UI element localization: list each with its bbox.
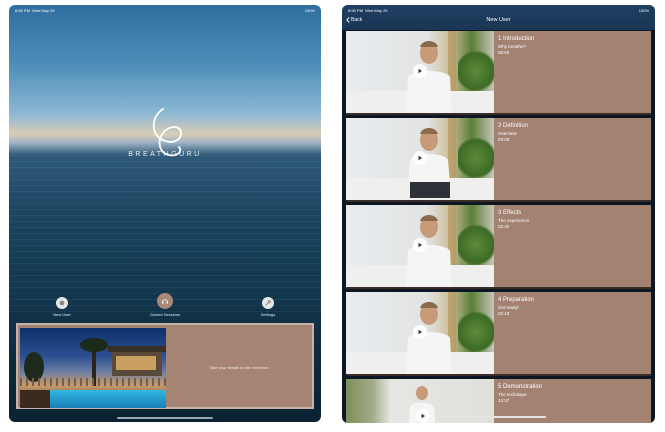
- nav-guided-sessions[interactable]: Guided Sessions: [135, 293, 195, 317]
- headphones-icon: [157, 293, 173, 309]
- lesson-duration: 02:40: [498, 224, 510, 230]
- lesson-duration: 14:37: [498, 398, 510, 404]
- nav-settings-label: Settings: [260, 312, 276, 317]
- nav-guided-sessions-label: Guided Sessions: [149, 312, 181, 317]
- nav-new-user-label: New User: [53, 312, 71, 317]
- lesson-info: 3 Effects The experience 02:40: [498, 209, 529, 231]
- status-bar: 8:55 PM Wed May 29 100%: [348, 8, 649, 16]
- presenter-image: [406, 302, 452, 374]
- play-icon[interactable]: [413, 151, 427, 165]
- wrench-icon: [262, 297, 274, 309]
- lesson-item-definition[interactable]: 2 Definition Overview 03:08: [346, 118, 651, 202]
- play-icon[interactable]: [413, 64, 427, 78]
- lesson-duration: 00:50: [498, 50, 510, 56]
- home-screen: 8:55 PM Wed May 29 100% BREATHGURU New U…: [9, 5, 321, 422]
- lesson-item-preparation[interactable]: 4 Preparation Get ready! 02:10: [346, 292, 651, 376]
- lesson-info: 1 Introduction Why breathe? 00:50: [498, 35, 534, 57]
- lesson-title: 3 Effects: [498, 210, 522, 216]
- nav-new-user[interactable]: New User: [32, 297, 92, 317]
- new-user-screen: 8:55 PM Wed May 29 100% Back New User 1 …: [342, 5, 655, 423]
- presenter-image: [406, 215, 452, 287]
- lesson-info: 2 Definition Overview 03:08: [498, 122, 528, 144]
- status-bar: 8:55 PM Wed May 29 100%: [15, 8, 315, 16]
- play-icon[interactable]: [413, 325, 427, 339]
- lesson-info: 4 Preparation Get ready! 02:10: [498, 296, 534, 318]
- play-icon[interactable]: [413, 238, 427, 252]
- lesson-thumbnail: [346, 205, 494, 287]
- resort-pool-image: [20, 328, 166, 408]
- lesson-item-introduction[interactable]: 1 Introduction Why breathe? 00:50: [346, 31, 651, 115]
- lesson-title: 4 Preparation: [498, 297, 535, 303]
- battery-status: 100%: [304, 8, 315, 13]
- user-circle-icon: [56, 297, 68, 309]
- nav-settings[interactable]: Settings: [238, 297, 298, 317]
- play-icon[interactable]: [416, 409, 430, 423]
- lesson-title: 2 Definition: [498, 123, 529, 129]
- sea-background: [9, 155, 321, 315]
- lesson-thumbnail: [346, 292, 494, 374]
- lesson-title: 1 Introduction: [498, 36, 535, 42]
- home-indicator[interactable]: [117, 417, 213, 419]
- lesson-thumbnail: [346, 118, 494, 200]
- status-time-date: 8:55 PM Wed May 29: [348, 8, 388, 13]
- status-time-date: 8:55 PM Wed May 29: [15, 8, 55, 13]
- lesson-thumbnail: [346, 31, 494, 113]
- promo-text: Take your breath to the next level ›: [209, 365, 271, 370]
- presenter-image: [408, 128, 450, 198]
- battery-status: 100%: [638, 8, 649, 13]
- brand-name: BREATHGURU: [128, 151, 202, 158]
- lesson-title: 5 Demonstration: [498, 384, 543, 390]
- lesson-duration: 03:08: [498, 137, 510, 143]
- lesson-item-effects[interactable]: 3 Effects The experience 02:40: [346, 205, 651, 289]
- promo-banner[interactable]: Take your breath to the next level ›: [16, 323, 314, 409]
- home-indicator[interactable]: [446, 416, 546, 418]
- navigation-bar: 8:55 PM Wed May 29 100% Back New User: [342, 5, 655, 30]
- page-title: New User: [486, 17, 511, 23]
- lesson-duration: 02:10: [498, 311, 510, 317]
- lesson-info: 5 Demonstration The technique 14:37: [498, 383, 542, 405]
- presenter-image: [406, 41, 452, 113]
